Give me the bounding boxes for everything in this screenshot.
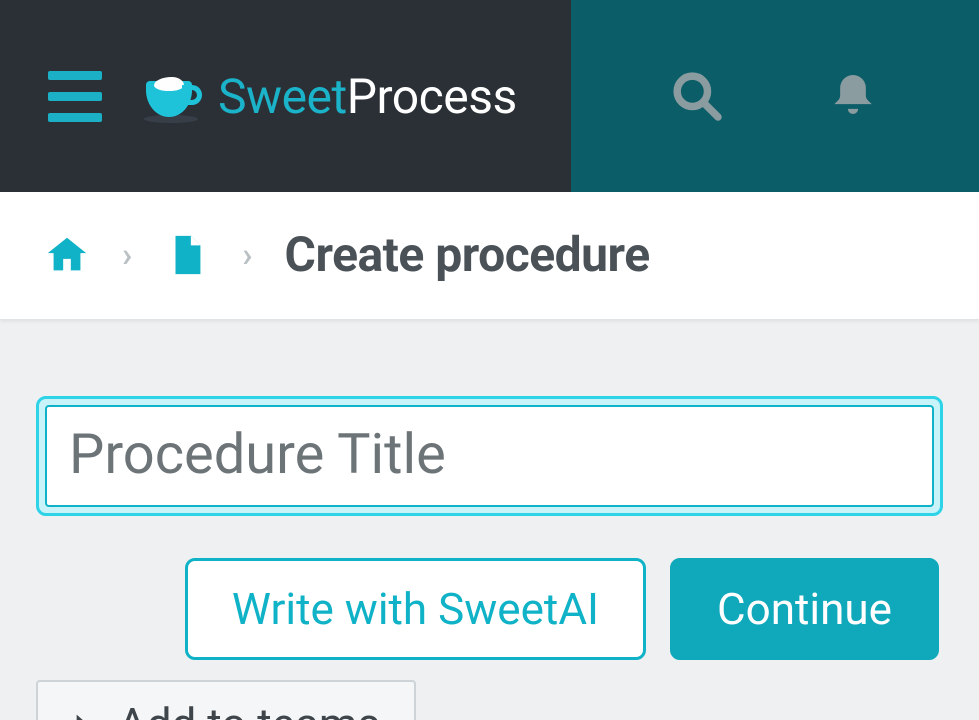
- top-bar: SweetProcess: [0, 0, 979, 192]
- continue-button[interactable]: Continue: [670, 558, 939, 660]
- menu-button[interactable]: [48, 71, 102, 122]
- add-to-teams-button[interactable]: Add to teams: [36, 680, 416, 720]
- write-with-ai-button[interactable]: Write with SweetAI: [185, 558, 646, 660]
- search-icon[interactable]: [669, 68, 725, 124]
- top-bar-right: [571, 0, 979, 192]
- bell-icon[interactable]: [825, 68, 881, 124]
- breadcrumb: › › Create procedure: [0, 192, 979, 320]
- add-to-teams-label: Add to teams: [118, 698, 380, 720]
- brand-text: SweetProcess: [218, 68, 517, 125]
- top-bar-left: SweetProcess: [0, 0, 571, 192]
- action-row: Write with SweetAI Continue: [36, 558, 943, 660]
- chevron-right-icon: [66, 708, 98, 720]
- page-title: Create procedure: [285, 226, 650, 283]
- title-field-wrap: [36, 396, 943, 516]
- chevron-right-icon: ›: [242, 235, 252, 275]
- document-icon[interactable]: [164, 232, 210, 278]
- procedure-title-input[interactable]: [45, 405, 934, 507]
- cup-icon: [146, 73, 204, 119]
- chevron-right-icon: ›: [122, 235, 132, 275]
- home-icon[interactable]: [44, 232, 90, 278]
- main-content: Write with SweetAI Continue Add to teams: [0, 320, 979, 720]
- brand-logo[interactable]: SweetProcess: [146, 68, 517, 125]
